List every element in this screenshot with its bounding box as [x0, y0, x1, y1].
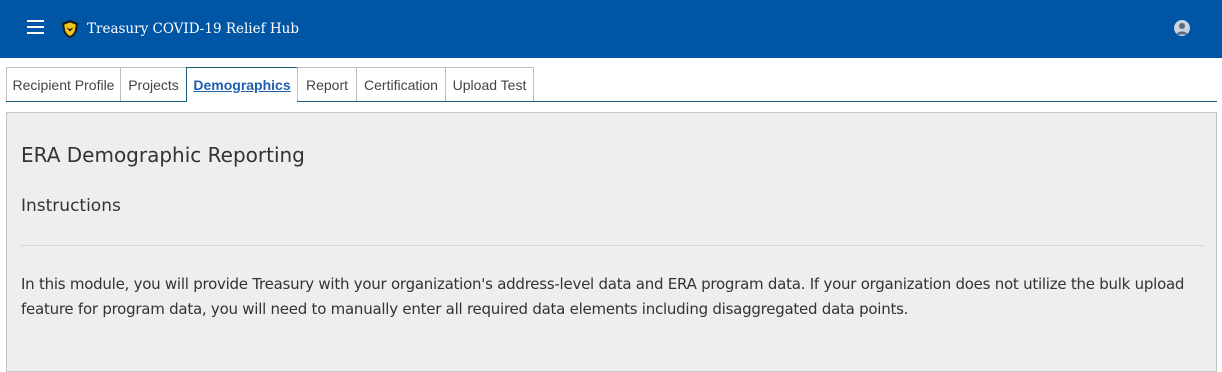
section-divider — [21, 245, 1204, 246]
app-title[interactable]: Treasury COVID-19 Relief Hub — [87, 20, 299, 38]
hamburger-menu-icon[interactable] — [27, 20, 45, 34]
treasury-shield-logo-icon[interactable] — [60, 19, 80, 39]
tab-upload-test[interactable]: Upload Test — [445, 67, 534, 101]
instructions-heading: Instructions — [21, 196, 121, 216]
tab-projects[interactable]: Projects — [120, 67, 187, 101]
tab-certification[interactable]: Certification — [356, 67, 446, 101]
user-avatar-icon[interactable] — [1174, 20, 1190, 36]
module-tab-bar: Recipient Profile Projects Demographics … — [6, 67, 1217, 102]
demographics-panel: ERA Demographic Reporting Instructions I… — [6, 112, 1217, 372]
page-title: ERA Demographic Reporting — [21, 143, 305, 167]
tab-demographics[interactable]: Demographics — [186, 67, 298, 102]
tab-report[interactable]: Report — [297, 67, 357, 101]
top-navigation-bar: Treasury COVID-19 Relief Hub — [0, 0, 1222, 58]
tab-recipient-profile[interactable]: Recipient Profile — [6, 67, 121, 101]
instructions-text: In this module, you will provide Treasur… — [21, 275, 1185, 318]
